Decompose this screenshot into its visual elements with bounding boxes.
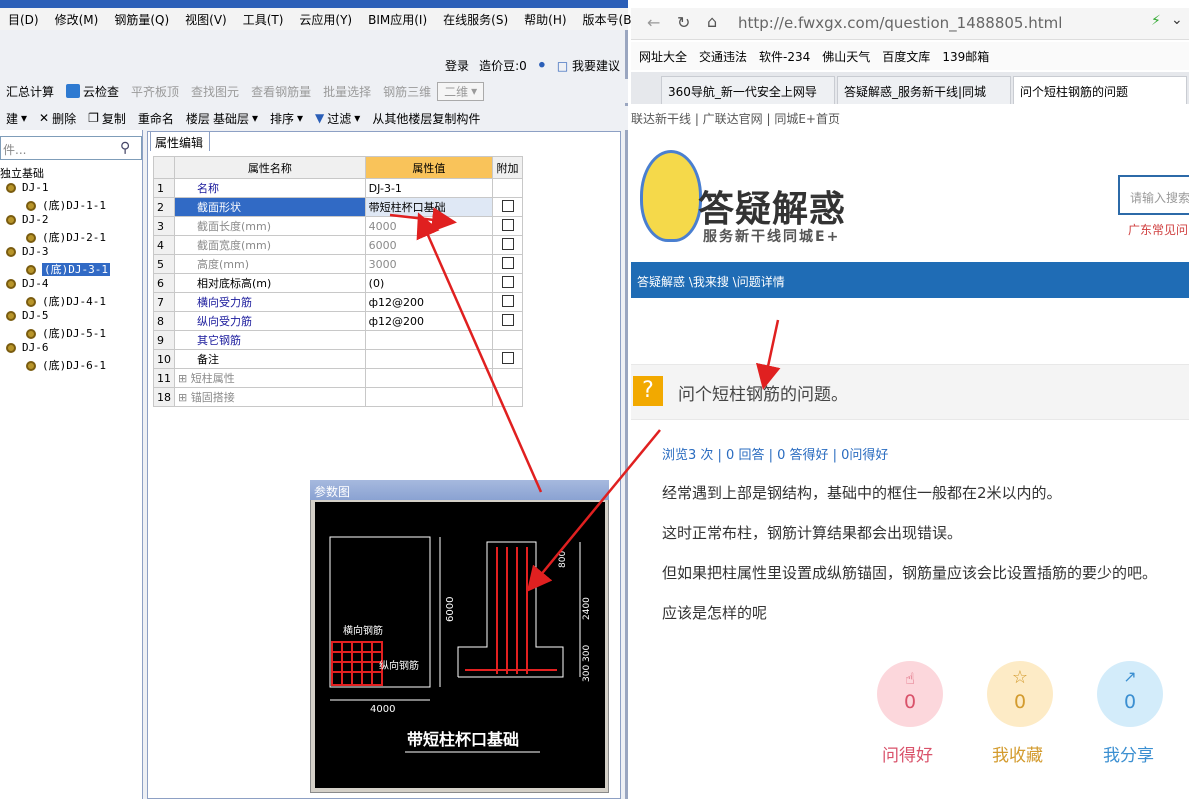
arrow-to-question [755,319,781,390]
arrow-to-section-shape [416,212,543,493]
annotation-arrows [389,207,781,592]
arrow-to-diagram [526,429,661,592]
